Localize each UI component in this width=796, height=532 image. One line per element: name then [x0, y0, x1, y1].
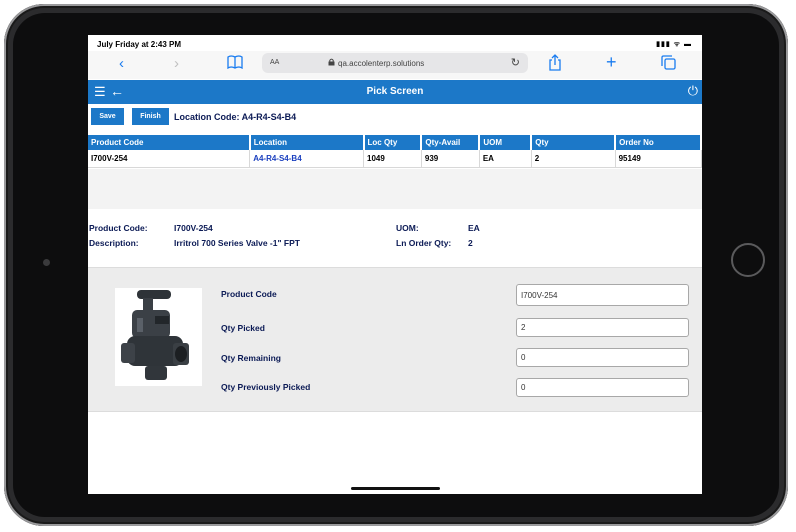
qty-previously-picked-input[interactable] [516, 378, 689, 397]
uom-value: EA [468, 223, 480, 233]
address-bar[interactable]: AA qa.accolenterp.solutions ↻ [262, 53, 528, 73]
save-button[interactable]: Save [91, 108, 124, 125]
text-size-button[interactable]: AA [270, 59, 279, 66]
browser-forward-icon[interactable]: › [174, 55, 179, 73]
product-image [115, 288, 202, 386]
product-code-input[interactable] [516, 284, 689, 306]
description-label: Description: [89, 238, 139, 248]
reload-icon[interactable]: ↻ [511, 56, 520, 69]
qty-previously-picked-label: Qty Previously Picked [221, 382, 311, 392]
browser-back-icon[interactable]: ‹ [119, 55, 124, 73]
table-cell: I700V-254 [88, 150, 251, 168]
device-screen: July Friday at 2:43 PM ▮▮▮ ᯤ ▬ ‹ › AA qa… [88, 35, 702, 494]
description-value: Irritrol 700 Series Valve -1" FPT [174, 238, 300, 248]
home-indicator[interactable] [351, 487, 440, 490]
table-empty-area [88, 169, 702, 209]
lock-icon [328, 58, 335, 68]
qty-picked-input[interactable] [516, 318, 689, 337]
tabs-overview-icon[interactable] [661, 55, 676, 75]
bookmarks-icon[interactable] [227, 55, 243, 74]
status-indicators-icon: ▮▮▮ ᯤ ▬ [656, 41, 692, 48]
column-header[interactable]: Order No [615, 135, 702, 150]
status-time: July Friday at 2:43 PM [97, 40, 182, 49]
url-text: qa.accolenterp.solutions [338, 59, 425, 68]
new-tab-icon[interactable]: + [606, 53, 617, 71]
table-cell: 939 [421, 150, 480, 168]
table-header-row: Product Code Location Loc Qty Qty-Avail … [88, 135, 702, 150]
location-link[interactable]: A4-R4-S4-B4 [249, 150, 364, 168]
column-header[interactable]: Qty-Avail [421, 135, 481, 150]
qty-picked-label: Qty Picked [221, 323, 265, 333]
share-icon[interactable] [548, 54, 562, 76]
product-code-field-label: Product Code [221, 289, 277, 299]
qty-remaining-label: Qty Remaining [221, 353, 281, 363]
pick-lines-table: Product Code Location Loc Qty Qty-Avail … [88, 135, 702, 168]
pick-entry-panel: Product Code Qty Picked Qty Remaining Qt… [88, 267, 702, 412]
column-header[interactable]: Qty [531, 135, 617, 150]
location-code-label: Location Code: A4-R4-S4-B4 [174, 112, 297, 122]
uom-label: UOM: [396, 223, 419, 233]
qty-remaining-input[interactable] [516, 348, 689, 367]
column-header[interactable]: UOM [479, 135, 533, 150]
action-toolbar: Save Finish Location Code: A4-R4-S4-B4 [88, 104, 702, 130]
column-header[interactable]: Loc Qty [363, 135, 423, 150]
finish-button[interactable]: Finish [132, 108, 169, 125]
table-cell: 95149 [615, 150, 702, 168]
app-header: ☰ ← Pick Screen ⏻ [88, 80, 702, 104]
table-cell: 1049 [363, 150, 422, 168]
front-camera [43, 259, 50, 266]
table-row[interactable]: I700V-254 A4-R4-S4-B4 1049 939 EA 2 9514… [88, 150, 702, 168]
ln-order-qty-label: Ln Order Qty: [396, 238, 452, 248]
page-title: Pick Screen [366, 86, 424, 97]
table-cell: 2 [531, 150, 616, 168]
product-code-label: Product Code: [89, 223, 148, 233]
browser-toolbar: ‹ › AA qa.accolenterp.solutions ↻ + [88, 51, 702, 79]
ln-order-qty-value: 2 [468, 238, 473, 248]
power-icon[interactable]: ⏻ [688, 83, 698, 99]
table-cell: EA [479, 150, 532, 168]
home-button[interactable] [731, 243, 765, 277]
column-header[interactable]: Location [249, 135, 365, 150]
column-header[interactable]: Product Code [88, 135, 251, 150]
product-code-value: I700V-254 [174, 223, 213, 233]
